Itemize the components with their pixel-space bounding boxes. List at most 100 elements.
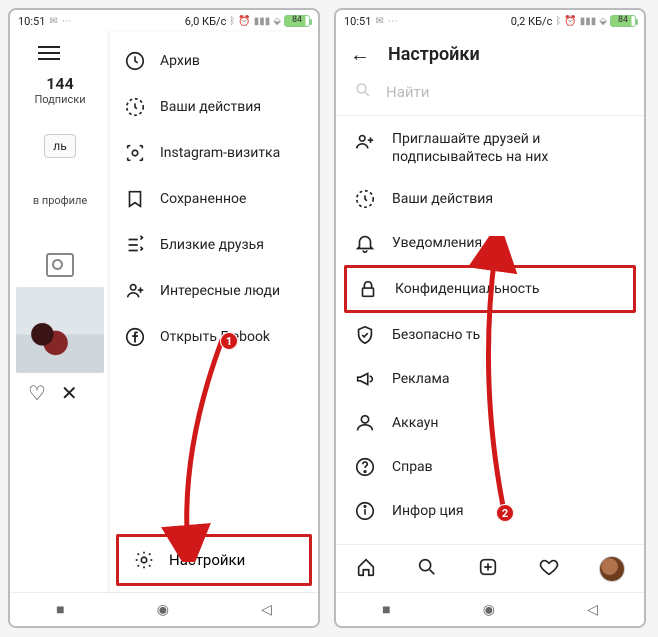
battery-icon: 84 xyxy=(284,15,310,27)
drawer-item-close-friends[interactable]: Близкие друзья xyxy=(110,222,318,268)
drawer-item-facebook[interactable]: Открыть F ebook xyxy=(110,314,318,360)
signal-icon: ▮▮▮ xyxy=(254,16,271,27)
nav-home-icon[interactable]: ◉ xyxy=(483,602,495,618)
activity-icon xyxy=(354,188,376,210)
drawer-item-activity[interactable]: Ваши действия xyxy=(110,84,318,130)
drawer-item-settings[interactable]: Настройки xyxy=(116,534,312,586)
like-row: ♡ ✕ xyxy=(28,381,78,405)
profile-hint: в профиле xyxy=(33,194,87,207)
nav-recent-icon[interactable]: ■ xyxy=(382,601,390,618)
settings-label: Ваши действия xyxy=(392,191,493,207)
logins-section-title: Входы xyxy=(336,533,644,544)
wifi-icon: ⬙ xyxy=(599,16,607,27)
megaphone-icon xyxy=(354,368,376,390)
settings-item-follow[interactable]: Приглашайте друзей и подписывайтесь на н… xyxy=(336,120,644,177)
drawer-label: Instagram-визитка xyxy=(160,145,280,161)
settings-item-help[interactable]: Справ xyxy=(336,445,644,489)
nametag-icon xyxy=(124,142,146,164)
android-nav: ■ ◉ ◁ xyxy=(10,592,318,626)
page-title: Настройки xyxy=(388,44,480,65)
lock-icon xyxy=(357,278,379,300)
settings-list: Приглашайте друзей и подписывайтесь на н… xyxy=(336,120,644,544)
side-drawer: Архив Ваши действия Instagram-визитка Со… xyxy=(110,32,318,592)
nav-recent-icon[interactable]: ■ xyxy=(56,601,64,618)
nav-home-icon[interactable] xyxy=(355,556,377,582)
search-row[interactable]: Найти xyxy=(336,73,644,116)
status-dots-icon: ⋯ xyxy=(388,16,398,27)
nav-back-icon[interactable]: ◁ xyxy=(261,602,272,618)
follow-icon xyxy=(354,131,376,153)
settings-header: ← Настройки xyxy=(336,32,644,73)
status-msg-icon: ✉ xyxy=(375,16,383,27)
info-icon xyxy=(354,500,376,522)
alarm-icon: ⏰ xyxy=(564,16,576,27)
settings-label: Безопасно ть xyxy=(392,327,480,343)
nav-back-icon[interactable]: ◁ xyxy=(587,602,598,618)
photo-thumbnail[interactable] xyxy=(16,287,104,373)
help-icon xyxy=(354,456,376,478)
nav-heart-icon[interactable] xyxy=(538,556,560,582)
settings-label: Уведомления xyxy=(392,235,482,251)
bell-icon xyxy=(354,232,376,254)
status-bar: 10:51 ✉ ⋯ 6,0 КБ/с ᛒ ⏰ ▮▮▮ ⬙ 84 xyxy=(10,10,318,32)
drawer-item-discover[interactable]: Интересные люди xyxy=(110,268,318,314)
nav-profile-avatar[interactable] xyxy=(599,556,625,582)
alarm-icon: ⏰ xyxy=(238,16,250,27)
settings-label: Конфиденциальность xyxy=(395,281,539,297)
settings-label: Справ xyxy=(392,459,433,475)
drawer-item-nametag[interactable]: Instagram-визитка xyxy=(110,130,318,176)
nav-add-icon[interactable] xyxy=(477,556,499,582)
drawer-label: Интересные люди xyxy=(160,283,280,299)
settings-item-privacy[interactable]: Конфиденциальность xyxy=(344,265,636,313)
hamburger-icon[interactable] xyxy=(38,42,60,64)
gallery-tab-icon[interactable] xyxy=(46,253,74,277)
settings-item-notifications[interactable]: Уведомления xyxy=(336,221,644,265)
drawer-label: Ваши действия xyxy=(160,99,261,115)
annotation-marker-1: 1 xyxy=(220,332,238,350)
account-icon xyxy=(354,412,376,434)
nav-home-icon[interactable]: ◉ xyxy=(157,602,169,618)
drawer-label: Близкие друзья xyxy=(160,237,264,253)
settings-label: Аккаун xyxy=(392,415,438,431)
status-net: 0,2 КБ/с xyxy=(511,15,553,28)
status-net: 6,0 КБ/с xyxy=(185,15,227,28)
bottom-nav xyxy=(336,544,644,592)
settings-item-ads[interactable]: Реклама xyxy=(336,357,644,401)
settings-label: Инфор ция xyxy=(392,503,464,519)
follow-count[interactable]: 144 xyxy=(46,74,73,93)
drawer-item-saved[interactable]: Сохраненное xyxy=(110,176,318,222)
settings-icon xyxy=(133,549,155,571)
status-time: 10:51 xyxy=(18,15,45,28)
discover-icon xyxy=(124,280,146,302)
profile-column: 144 Подписки ль в профиле ♡ ✕ xyxy=(10,32,110,592)
settings-label: Реклама xyxy=(392,371,449,387)
android-nav: ■ ◉ ◁ xyxy=(336,592,644,626)
settings-label: Настройки xyxy=(169,551,245,569)
status-dots-icon: ⋯ xyxy=(62,16,72,27)
annotation-marker-2: 2 xyxy=(496,504,514,522)
bluetooth-icon: ᛒ xyxy=(555,16,561,27)
drawer-item-archive[interactable]: Архив xyxy=(110,38,318,84)
close-friends-icon xyxy=(124,234,146,256)
wifi-icon: ⬙ xyxy=(273,16,281,27)
saved-icon xyxy=(124,188,146,210)
settings-item-security[interactable]: Безопасно ть xyxy=(336,313,644,357)
battery-icon: 84 xyxy=(610,15,636,27)
back-arrow-icon[interactable]: ← xyxy=(350,42,370,67)
activity-icon xyxy=(124,96,146,118)
status-bar: 10:51 ✉ ⋯ 0,2 КБ/с ᛒ ⏰ ▮▮▮ ⬙ 84 xyxy=(336,10,644,32)
facebook-icon xyxy=(124,326,146,348)
nav-search-icon[interactable] xyxy=(416,556,438,582)
archive-icon xyxy=(124,50,146,72)
settings-item-activity[interactable]: Ваши действия xyxy=(336,177,644,221)
settings-item-account[interactable]: Аккаун xyxy=(336,401,644,445)
bluetooth-icon: ᛒ xyxy=(229,16,235,27)
search-icon xyxy=(354,81,372,103)
settings-item-info[interactable]: Инфор ция xyxy=(336,489,644,533)
phone-right: 10:51 ✉ ⋯ 0,2 КБ/с ᛒ ⏰ ▮▮▮ ⬙ 84 ← Настро… xyxy=(334,8,646,628)
drawer-label: Сохраненное xyxy=(160,191,246,207)
drawer-label: Архив xyxy=(160,53,200,69)
search-placeholder: Найти xyxy=(386,83,429,101)
signal-icon: ▮▮▮ xyxy=(580,16,597,27)
edit-profile-btn[interactable]: ль xyxy=(44,134,75,158)
